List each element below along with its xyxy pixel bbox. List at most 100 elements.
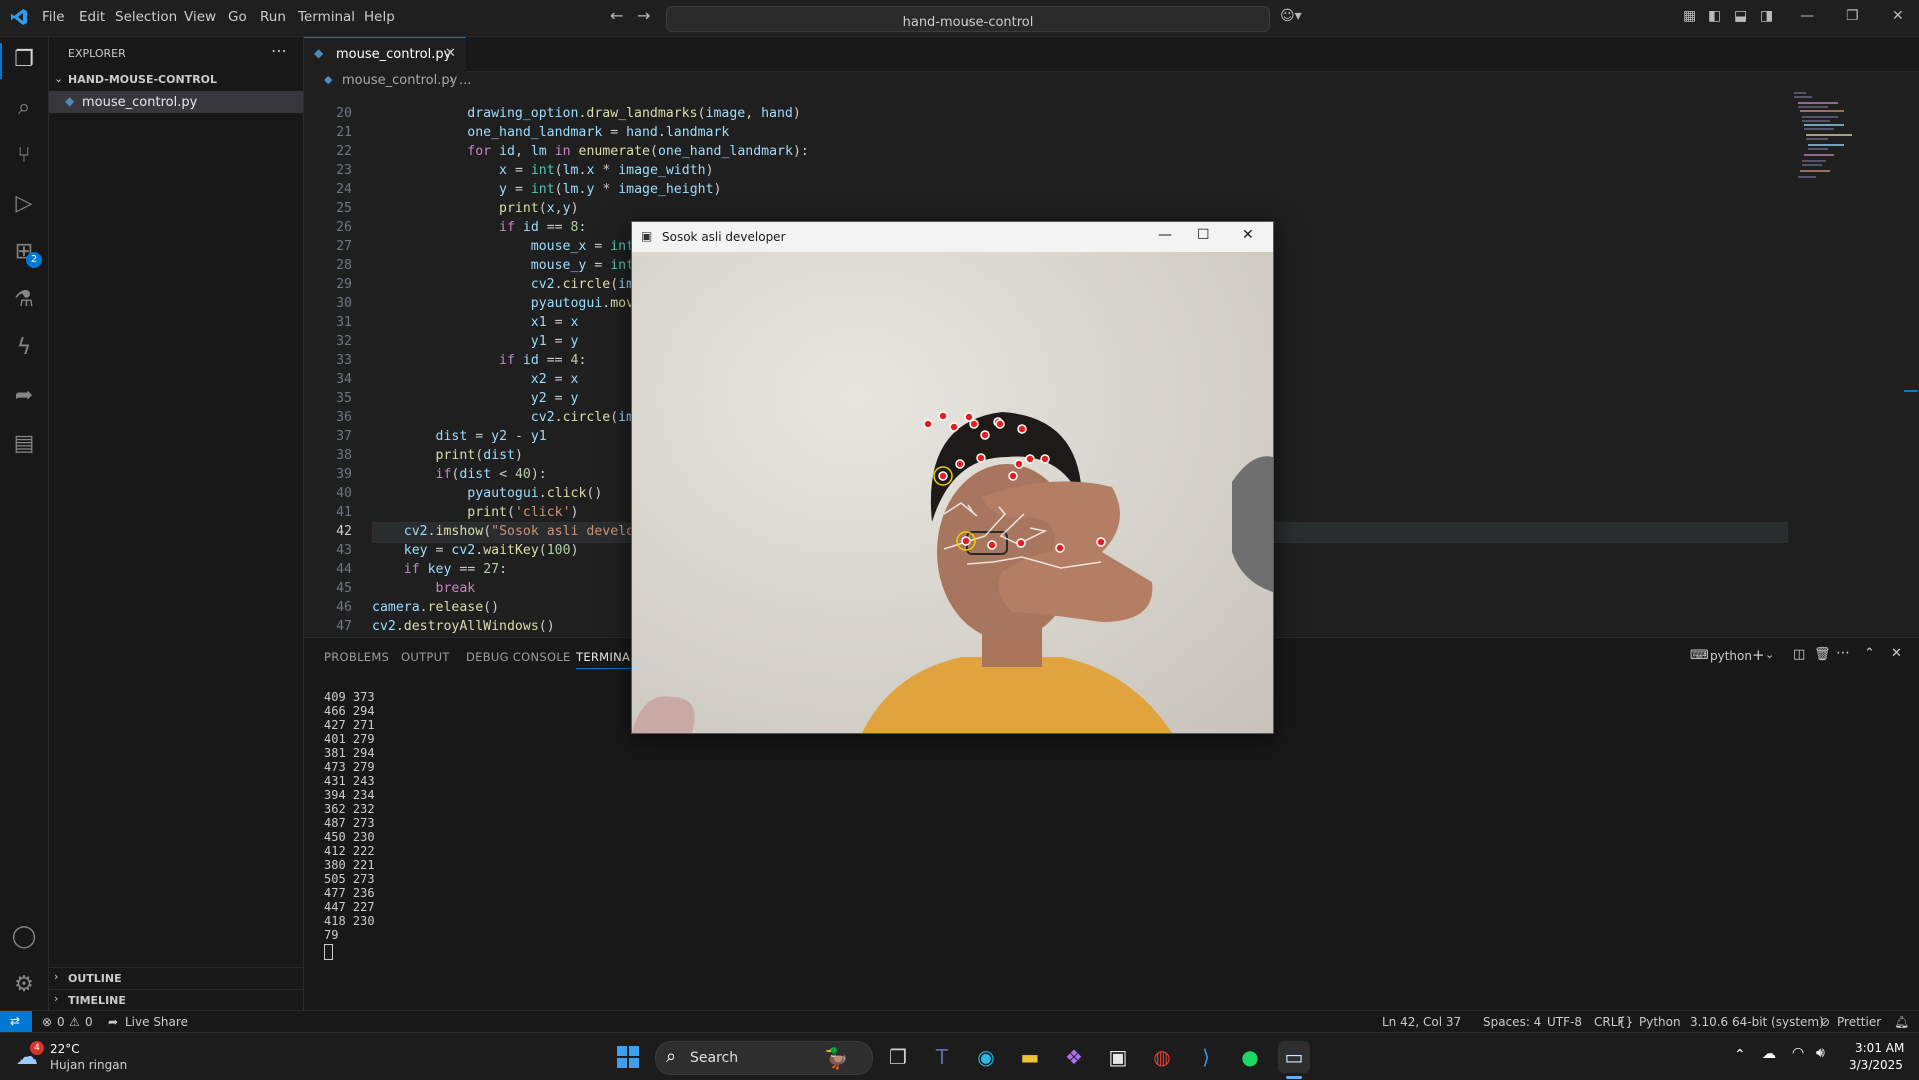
copilot-icon[interactable]: ☺▾ <box>1280 8 1302 24</box>
terminal-line: 431 243 <box>324 774 375 788</box>
remote-explorer-icon[interactable]: ▤ <box>10 430 38 458</box>
testing-icon[interactable]: ⚗ <box>10 286 38 314</box>
breadcrumb-file[interactable]: mouse_control.py <box>342 73 457 88</box>
accounts-icon[interactable]: ◯ <box>10 923 38 951</box>
prettier-status[interactable]: Prettier <box>1837 1015 1881 1029</box>
notifications-bell-icon[interactable]: 🔔︎ <box>1894 1015 1909 1029</box>
settings-gear-icon[interactable]: ⚙ <box>10 971 38 999</box>
trash-icon[interactable]: 🗑 <box>1814 647 1831 662</box>
remote-indicator[interactable]: ⇄ <box>0 1011 32 1033</box>
indentation[interactable]: Spaces: 4 <box>1483 1015 1541 1029</box>
split-terminal-icon[interactable]: ◫ <box>1793 647 1805 662</box>
minimize-icon[interactable]: — <box>1800 8 1814 24</box>
copilot-app-icon[interactable]: ❖ <box>1058 1041 1090 1073</box>
teams-icon[interactable]: T <box>926 1041 958 1073</box>
more-actions-icon[interactable]: ⋯ <box>271 41 287 60</box>
onedrive-icon[interactable]: ☁ <box>1762 1046 1776 1062</box>
task-view-icon[interactable]: ❐ <box>882 1041 914 1073</box>
maximize-panel-icon[interactable]: ⌃ <box>1864 646 1875 661</box>
weather-description[interactable]: Hujan ringan <box>50 1058 127 1072</box>
python-file-icon: ◆ <box>65 94 75 108</box>
tab-output[interactable]: OUTPUT <box>401 650 450 664</box>
cursor-position[interactable]: Ln 42, Col 37 <box>1382 1015 1461 1029</box>
window-app-icon: ▣ <box>641 229 653 243</box>
close-panel-icon[interactable]: ✕ <box>1891 646 1902 661</box>
terminal-line: 394 234 <box>324 788 375 802</box>
menu-view[interactable]: View <box>184 9 216 25</box>
weather-temperature[interactable]: 22°C <box>50 1042 80 1056</box>
outline-label: OUTLINE <box>68 972 122 985</box>
timeline-section[interactable]: › TIMELINE <box>49 989 303 1010</box>
volume-icon[interactable]: 🔊︎ <box>1816 1045 1825 1061</box>
run-debug-icon[interactable]: ▷ <box>10 190 38 218</box>
clock-time[interactable]: 3:01 AM <box>1855 1041 1904 1055</box>
vscode-taskbar-icon[interactable]: ⟩ <box>1190 1041 1222 1073</box>
tab-terminal[interactable]: TERMINAL <box>576 650 637 664</box>
explorer-icon[interactable]: ❐ <box>10 46 38 74</box>
wifi-icon[interactable]: ◠ <box>1792 1045 1804 1061</box>
tab-debug-console[interactable]: DEBUG CONSOLE <box>466 650 571 664</box>
forward-arrow-icon[interactable]: → <box>637 6 650 25</box>
chrome-icon[interactable]: ◍ <box>1146 1041 1178 1073</box>
toggle-secondary-sidebar-icon[interactable]: ◨ <box>1760 8 1773 24</box>
opencv-window-taskbar-icon[interactable]: ▭ <box>1278 1041 1310 1073</box>
spotify-icon[interactable]: ● <box>1234 1041 1266 1073</box>
window-close-icon[interactable]: ✕ <box>1242 227 1254 243</box>
tab-close-icon[interactable]: ✕ <box>445 46 456 61</box>
start-windows-icon[interactable] <box>612 1041 644 1073</box>
search-icon[interactable]: ⌕ <box>10 94 38 122</box>
warning-icon[interactable]: ⚠ <box>69 1015 80 1029</box>
opencv-window[interactable]: ▣ Sosok asli developer — ☐ ✕ <box>631 221 1274 734</box>
toggle-panel-icon[interactable]: ⬓ <box>1734 8 1747 24</box>
close-icon[interactable]: ✕ <box>1892 8 1904 24</box>
menu-file[interactable]: File <box>42 9 65 25</box>
edge-icon[interactable]: ◉ <box>970 1041 1002 1073</box>
menu-edit[interactable]: Edit <box>79 9 105 25</box>
minimap[interactable] <box>1790 90 1900 190</box>
terminal-cursor[interactable] <box>324 944 333 960</box>
folder-row[interactable]: ⌄ HAND-MOUSE-CONTROL <box>49 70 303 90</box>
terminal-line: 362 232 <box>324 802 375 816</box>
tab-problems[interactable]: PROBLEMS <box>324 650 389 664</box>
live-share-button[interactable]: Live Share <box>125 1015 188 1029</box>
error-icon[interactable]: ⊗ <box>42 1015 52 1029</box>
outline-section[interactable]: › OUTLINE <box>49 967 303 988</box>
warning-count[interactable]: 0 <box>85 1015 93 1029</box>
breadcrumb-symbol[interactable]: ... <box>459 73 471 88</box>
window-maximize-icon[interactable]: ☐ <box>1197 227 1210 243</box>
file-explorer-icon[interactable]: ▬ <box>1014 1041 1046 1073</box>
more-actions-icon[interactable]: ⋯ <box>1836 645 1850 661</box>
encoding[interactable]: UTF-8 <box>1547 1015 1582 1029</box>
back-arrow-icon[interactable]: ← <box>610 6 623 25</box>
menu-go[interactable]: Go <box>228 9 247 25</box>
clock-date[interactable]: 3/3/2025 <box>1849 1058 1903 1072</box>
new-terminal-icon[interactable]: + <box>1752 646 1765 664</box>
status-bar: ⇄ ⊗ 0 ⚠ 0 ➦ Live Share Ln 42, Col 37 Spa… <box>0 1010 1919 1033</box>
customize-layout-icon[interactable]: ▦ <box>1683 8 1696 24</box>
source-control-icon[interactable]: ⑂ <box>10 142 38 170</box>
file-row[interactable]: ◆ mouse_control.py <box>49 91 303 113</box>
chevron-down-icon[interactable]: ⌄ <box>1765 648 1774 661</box>
error-count[interactable]: 0 <box>57 1015 65 1029</box>
opencv-window-titlebar[interactable]: ▣ Sosok asli developer — ☐ ✕ <box>632 222 1273 252</box>
editor-tab-mouse-control[interactable]: ◆ mouse_control.py ✕ <box>304 37 466 73</box>
language-mode[interactable]: Python <box>1639 1015 1681 1029</box>
live-share-icon[interactable]: ➦ <box>10 382 38 410</box>
menu-terminal[interactable]: Terminal <box>298 9 355 25</box>
line-number: 34 <box>336 372 352 387</box>
microsoft-store-icon[interactable]: ▣ <box>1102 1041 1134 1073</box>
command-center-search[interactable]: ⌕ hand-mouse-control <box>666 6 1270 32</box>
taskbar-search-box[interactable]: ⌕ Search 🦆 <box>655 1041 873 1075</box>
window-minimize-icon[interactable]: — <box>1158 227 1172 243</box>
menu-selection[interactable]: Selection <box>115 9 177 25</box>
toggle-sidebar-icon[interactable]: ◧ <box>1708 8 1721 24</box>
show-hidden-icons-icon[interactable]: ⌃ <box>1734 1047 1746 1063</box>
menu-run[interactable]: Run <box>260 9 286 25</box>
prettier-icon: ⊘ <box>1820 1015 1831 1029</box>
lightning-icon[interactable]: ϟ <box>10 334 38 362</box>
menu-help[interactable]: Help <box>364 9 395 25</box>
restore-icon[interactable]: ❐ <box>1846 8 1859 24</box>
file-name: mouse_control.py <box>82 95 198 110</box>
python-interpreter[interactable]: 3.10.6 64-bit (system) <box>1690 1015 1824 1029</box>
terminal-name[interactable]: python <box>1710 649 1752 663</box>
